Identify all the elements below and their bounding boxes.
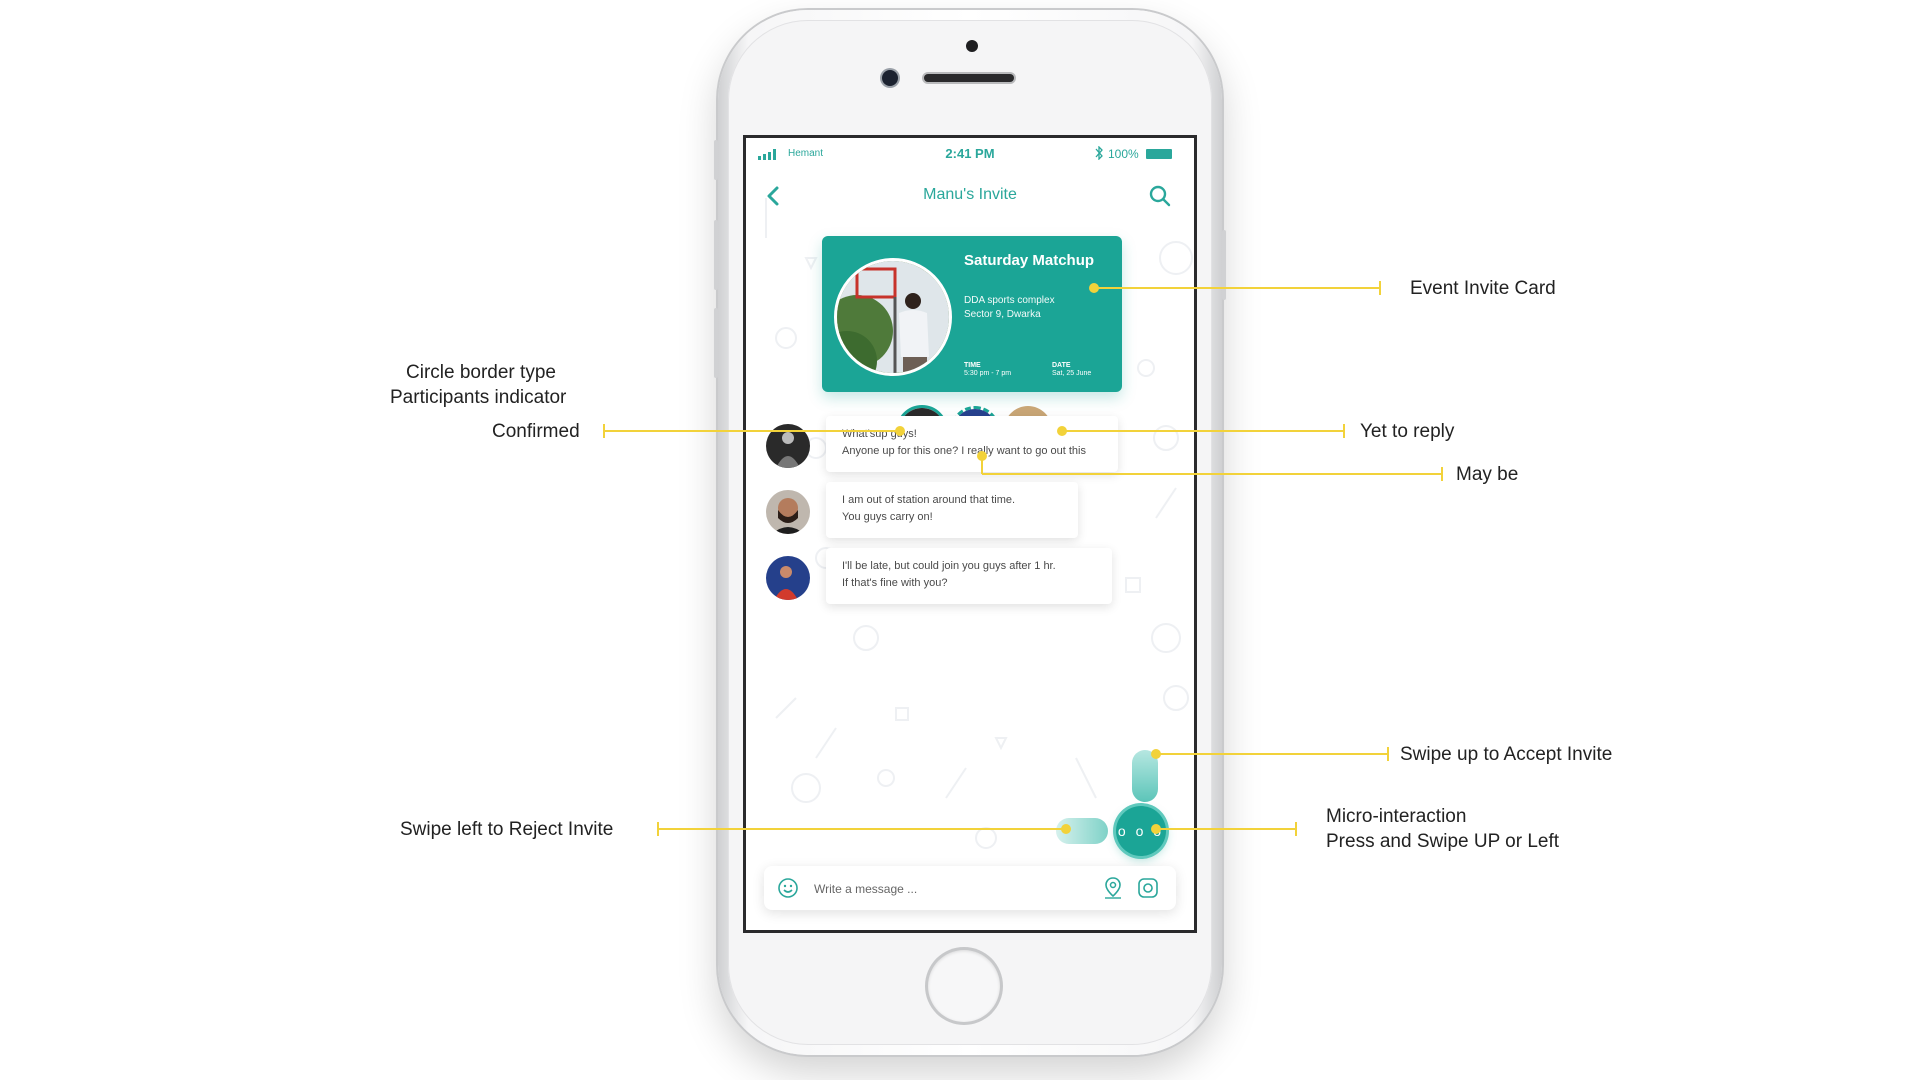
message-avatar-2[interactable] bbox=[766, 490, 810, 534]
camera-icon[interactable] bbox=[1136, 876, 1160, 900]
swipe-left-reject-handle[interactable] bbox=[1056, 818, 1108, 844]
event-venue: DDA sports complex Sector 9, Dwarka bbox=[964, 294, 1055, 322]
page-title: Manu's Invite bbox=[923, 186, 1017, 203]
event-title: Saturday Matchup bbox=[964, 252, 1095, 269]
status-bar: Hemant 2:41 PM 100% bbox=[746, 138, 1194, 170]
annotation-circle-border-type: Circle border type bbox=[406, 362, 556, 383]
earpiece-speaker bbox=[924, 74, 1014, 82]
annotation-yet-to-reply: Yet to reply bbox=[1360, 421, 1455, 442]
proximity-sensor bbox=[966, 40, 978, 52]
event-venue-line2: Sector 9, Dwarka bbox=[964, 309, 1041, 320]
event-time-label: TIME bbox=[964, 362, 981, 369]
message-input-bar bbox=[764, 866, 1176, 910]
battery-percent: 100% bbox=[1108, 147, 1139, 161]
message-text: Anyone up for this one? I really want to… bbox=[842, 445, 1086, 457]
mute-switch[interactable] bbox=[714, 140, 718, 180]
emoji-icon[interactable] bbox=[776, 876, 800, 900]
micro-interaction-button[interactable]: o o o bbox=[1116, 806, 1166, 856]
annotation-participants-indicator: Participants indicator bbox=[390, 387, 567, 408]
message-bubble-3: I'll be late, but could join you guys af… bbox=[826, 548, 1112, 604]
event-time-value: 5:30 pm - 7 pm bbox=[964, 370, 1012, 377]
front-camera bbox=[882, 70, 898, 86]
message-bubble-2: I am out of station around that time. Yo… bbox=[826, 482, 1078, 538]
event-date-value: Sat, 25 June bbox=[1052, 370, 1092, 377]
app-screen: Hemant 2:41 PM 100% Manu's Invite Saturd… bbox=[746, 138, 1194, 930]
message-text: I'll be late, but could join you guys af… bbox=[842, 560, 1056, 572]
event-venue-line1: DDA sports complex bbox=[964, 295, 1055, 306]
annotation-swipe-left-reject: Swipe left to Reject Invite bbox=[400, 819, 614, 840]
annotation-press-and-swipe: Press and Swipe UP or Left bbox=[1326, 831, 1560, 852]
message-bubble-1: What'sup guys! Anyone up for this one? I… bbox=[826, 416, 1118, 472]
annotation-confirmed: Confirmed bbox=[492, 421, 580, 442]
battery-icon bbox=[1146, 149, 1172, 159]
volume-down-button[interactable] bbox=[714, 308, 718, 378]
message-avatar-3[interactable] bbox=[766, 556, 810, 600]
more-dots-icon: o o o bbox=[1117, 823, 1165, 839]
annotation-event-invite-card: Event Invite Card bbox=[1410, 278, 1556, 299]
message-text: If that's fine with you? bbox=[842, 577, 948, 589]
event-date-label: DATE bbox=[1052, 362, 1071, 369]
message-text: I am out of station around that time. bbox=[842, 494, 1016, 506]
annotation-micro-interaction: Micro-interaction bbox=[1326, 806, 1467, 827]
volume-up-button[interactable] bbox=[714, 220, 718, 290]
message-text: What'sup guys! bbox=[842, 428, 917, 440]
message-avatar-1[interactable] bbox=[766, 424, 810, 468]
message-text: You guys carry on! bbox=[842, 511, 933, 523]
event-photo bbox=[834, 258, 952, 376]
power-button[interactable] bbox=[1222, 230, 1226, 300]
navigation-bar: Manu's Invite bbox=[746, 170, 1194, 222]
swipe-up-accept-handle[interactable] bbox=[1132, 750, 1158, 802]
annotation-may-be: May be bbox=[1456, 464, 1519, 485]
annotation-swipe-up-accept: Swipe up to Accept Invite bbox=[1400, 744, 1613, 765]
bluetooth-icon bbox=[1095, 146, 1103, 160]
message-input[interactable] bbox=[812, 874, 1076, 904]
home-button[interactable] bbox=[928, 950, 1000, 1022]
event-invite-card[interactable]: Saturday Matchup DDA sports complex Sect… bbox=[822, 236, 1122, 392]
search-icon[interactable] bbox=[1146, 182, 1174, 210]
location-pin-icon[interactable] bbox=[1102, 876, 1124, 900]
